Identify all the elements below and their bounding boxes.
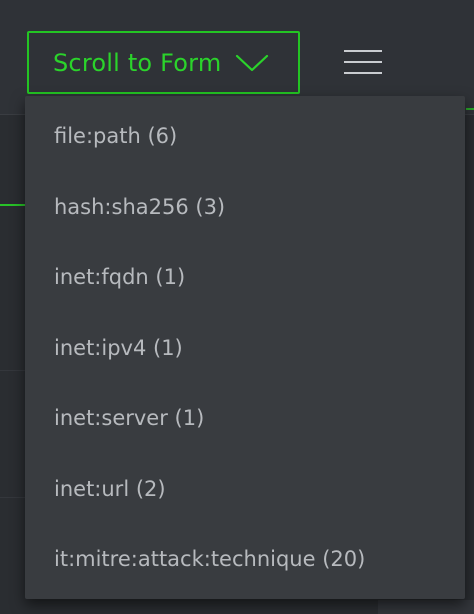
- dropdown-item-inet-ipv4[interactable]: inet:ipv4 (1): [25, 318, 465, 378]
- background-divider: [0, 497, 26, 498]
- hamburger-menu-icon[interactable]: [344, 47, 384, 77]
- dropdown-item-inet-fqdn[interactable]: inet:fqdn (1): [25, 247, 465, 307]
- dropdown-item-hash-sha256[interactable]: hash:sha256 (3): [25, 177, 465, 237]
- background-accent-line: [0, 204, 26, 206]
- chevron-down-icon: [236, 54, 269, 71]
- hamburger-line: [344, 50, 382, 52]
- hamburger-line: [344, 72, 382, 74]
- dropdown-item-mitre-attack-technique[interactable]: it:mitre:attack:technique (20): [25, 529, 465, 589]
- dropdown-item-inet-url[interactable]: inet:url (2): [25, 459, 465, 519]
- scroll-to-form-label: Scroll to Form: [53, 48, 222, 77]
- page: Scroll to Form file:path (6) hash:sha256…: [0, 0, 474, 614]
- background-accent-tick: [466, 108, 474, 110]
- scroll-to-form-dropdown: file:path (6) hash:sha256 (3) inet:fqdn …: [25, 96, 465, 599]
- hamburger-line: [344, 61, 382, 63]
- background-divider: [0, 370, 26, 371]
- scroll-to-form-button[interactable]: Scroll to Form: [27, 31, 300, 94]
- background-panel-edge: [378, 600, 474, 614]
- dropdown-item-inet-server[interactable]: inet:server (1): [25, 388, 465, 448]
- dropdown-item-file-path[interactable]: file:path (6): [25, 106, 465, 166]
